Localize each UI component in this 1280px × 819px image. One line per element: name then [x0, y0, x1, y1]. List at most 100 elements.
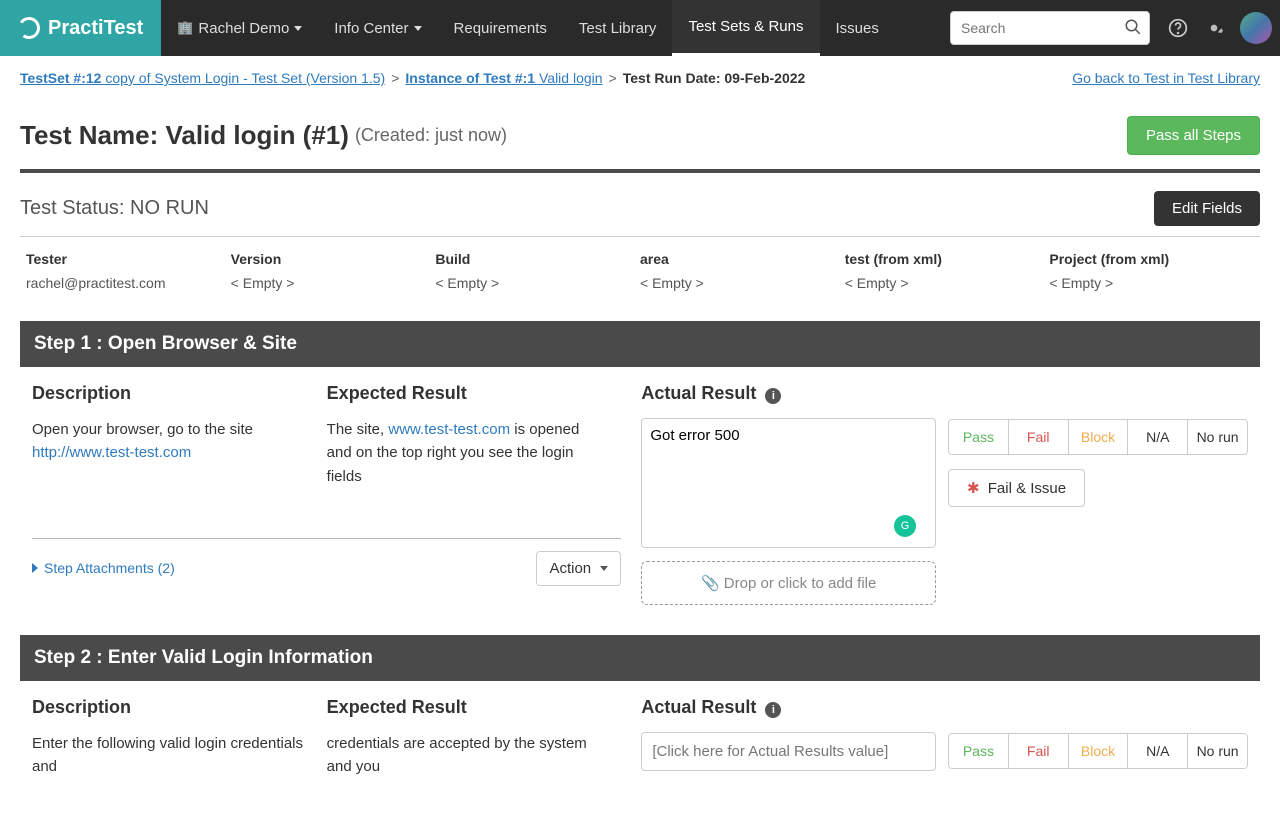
action-dropdown[interactable]: Action — [536, 551, 621, 586]
step1-body: Description Open your browser, go to the… — [20, 367, 1260, 635]
actual-result-placeholder[interactable]: [Click here for Actual Results value] — [641, 732, 936, 771]
avatar[interactable] — [1240, 12, 1272, 44]
description-text-pre: Open your browser, go to the site — [32, 421, 253, 438]
description-heading: Description — [32, 383, 307, 404]
fail-button[interactable]: Fail — [1009, 734, 1069, 768]
breadcrumb-instance-id: Instance of Test #:1 — [405, 70, 539, 86]
breadcrumb-instance[interactable]: Instance of Test #:1 Valid login — [405, 70, 602, 86]
chevron-down-icon — [600, 566, 608, 571]
nav-test-library[interactable]: Test Library — [563, 0, 673, 56]
breadcrumb-sep: > — [609, 70, 617, 86]
nav-label: Requirements — [454, 20, 547, 37]
meta-label: Project (from xml) — [1049, 251, 1254, 267]
meta-fields: Tester rachel@practitest.com Version < E… — [20, 237, 1260, 321]
fail-button[interactable]: Fail — [1009, 420, 1069, 454]
global-search — [950, 11, 1150, 45]
meta-label: Build — [435, 251, 640, 267]
expected-heading: Expected Result — [327, 383, 602, 404]
nav-label: Issues — [836, 20, 879, 37]
brand-logo-area[interactable]: PractiTest — [0, 0, 161, 56]
step2-actions-col: Pass Fail Block N/A No run — [948, 697, 1248, 779]
search-input[interactable] — [950, 11, 1150, 45]
norun-button[interactable]: No run — [1188, 734, 1247, 768]
grammarly-icon[interactable]: G — [894, 515, 916, 537]
na-button[interactable]: N/A — [1128, 420, 1188, 454]
expected-text: The site, www.test-test.com is opened an… — [327, 418, 602, 488]
created-label: (Created: just now) — [355, 125, 507, 146]
go-back-link[interactable]: Go back to Test in Test Library — [1072, 70, 1260, 86]
block-button[interactable]: Block — [1069, 420, 1129, 454]
norun-button[interactable]: No run — [1188, 420, 1247, 454]
pass-button[interactable]: Pass — [949, 734, 1009, 768]
step1-actions-col: Pass Fail Block N/A No run ✱ Fail & Issu… — [948, 383, 1248, 605]
nav-info-center[interactable]: Info Center — [318, 0, 437, 56]
top-nav: PractiTest 🏢 Rachel Demo Info Center Req… — [0, 0, 1280, 56]
step1-actual-col: Actual Result i G 📎 Drop or click to add… — [641, 383, 948, 605]
step2-body: Description Enter the following valid lo… — [20, 681, 1260, 779]
breadcrumb-testset-id: TestSet #:12 — [20, 70, 105, 86]
attachment-icon: 📎 — [701, 575, 720, 592]
meta-value: < Empty > — [845, 275, 1050, 291]
breadcrumb-instance-name: Valid login — [539, 70, 603, 86]
description-link[interactable]: http://www.test-test.com — [32, 444, 191, 461]
step1-result-buttons: Pass Fail Block N/A No run — [948, 419, 1248, 455]
meta-project-xml: Project (from xml) < Empty > — [1049, 251, 1254, 291]
info-icon[interactable]: i — [765, 702, 781, 718]
nav-issues[interactable]: Issues — [820, 0, 895, 56]
nav-label: Info Center — [334, 20, 408, 37]
building-icon: 🏢 — [177, 20, 193, 36]
meta-label: Version — [231, 251, 436, 267]
pass-all-steps-button[interactable]: Pass all Steps — [1127, 116, 1260, 155]
step2-description-col: Description Enter the following valid lo… — [32, 697, 327, 779]
step1-bottom-row: Step Attachments (2) Action — [32, 538, 621, 586]
step-attachments-toggle[interactable]: Step Attachments (2) — [32, 560, 175, 576]
expected-heading: Expected Result — [327, 697, 602, 718]
actual-result-textarea[interactable] — [641, 418, 936, 548]
page-title: Test Name: Valid login (#1) — [20, 120, 349, 151]
breadcrumb-testset-name: copy of System Login - Test Set (Version… — [105, 70, 385, 86]
nav-label: Test Library — [579, 20, 657, 37]
step1-expected-col: Expected Result The site, www.test-test.… — [327, 383, 622, 488]
nav-requirements[interactable]: Requirements — [438, 0, 563, 56]
file-dropzone[interactable]: 📎 Drop or click to add file — [641, 561, 936, 605]
breadcrumb-sep: > — [391, 70, 399, 86]
action-label: Action — [549, 560, 591, 577]
help-icon[interactable] — [1163, 13, 1193, 43]
chevron-down-icon — [414, 26, 422, 31]
project-name: Rachel Demo — [198, 20, 289, 37]
meta-label: Tester — [26, 251, 231, 267]
description-text: Open your browser, go to the site http:/… — [32, 418, 307, 465]
step2-expected-col: Expected Result credentials are accepted… — [327, 697, 622, 779]
edit-fields-button[interactable]: Edit Fields — [1154, 191, 1260, 226]
expected-link[interactable]: www.test-test.com — [388, 421, 510, 438]
nav-test-sets-runs[interactable]: Test Sets & Runs — [672, 0, 819, 56]
expected-text-pre: The site, — [327, 421, 389, 438]
meta-area: area < Empty > — [640, 251, 845, 291]
pass-button[interactable]: Pass — [949, 420, 1009, 454]
meta-tester: Tester rachel@practitest.com — [26, 251, 231, 291]
search-icon[interactable] — [1124, 18, 1142, 36]
breadcrumb-testset[interactable]: TestSet #:12 copy of System Login - Test… — [20, 70, 385, 86]
actual-heading: Actual Result i — [641, 697, 936, 718]
info-icon[interactable]: i — [765, 388, 781, 404]
project-selector[interactable]: 🏢 Rachel Demo — [161, 0, 318, 56]
step2-header: Step 2 : Enter Valid Login Information — [20, 635, 1260, 681]
block-button[interactable]: Block — [1069, 734, 1129, 768]
description-heading: Description — [32, 697, 307, 718]
step1-description-col: Description Open your browser, go to the… — [32, 383, 327, 488]
actual-heading: Actual Result i — [641, 383, 936, 404]
brand-icon — [16, 15, 41, 40]
actual-heading-text: Actual Result — [641, 697, 756, 717]
meta-version: Version < Empty > — [231, 251, 436, 291]
meta-label: area — [640, 251, 845, 267]
gear-icon[interactable] — [1199, 13, 1229, 43]
meta-value: < Empty > — [435, 275, 640, 291]
meta-build: Build < Empty > — [435, 251, 640, 291]
step2-actual-col: Actual Result i [Click here for Actual R… — [641, 697, 948, 779]
fail-and-issue-button[interactable]: ✱ Fail & Issue — [948, 469, 1085, 507]
na-button[interactable]: N/A — [1128, 734, 1188, 768]
actual-heading-text: Actual Result — [641, 383, 756, 403]
caret-right-icon — [32, 563, 38, 573]
breadcrumb-run-date: Test Run Date: 09-Feb-2022 — [623, 70, 806, 86]
dropzone-label: Drop or click to add file — [724, 575, 877, 592]
